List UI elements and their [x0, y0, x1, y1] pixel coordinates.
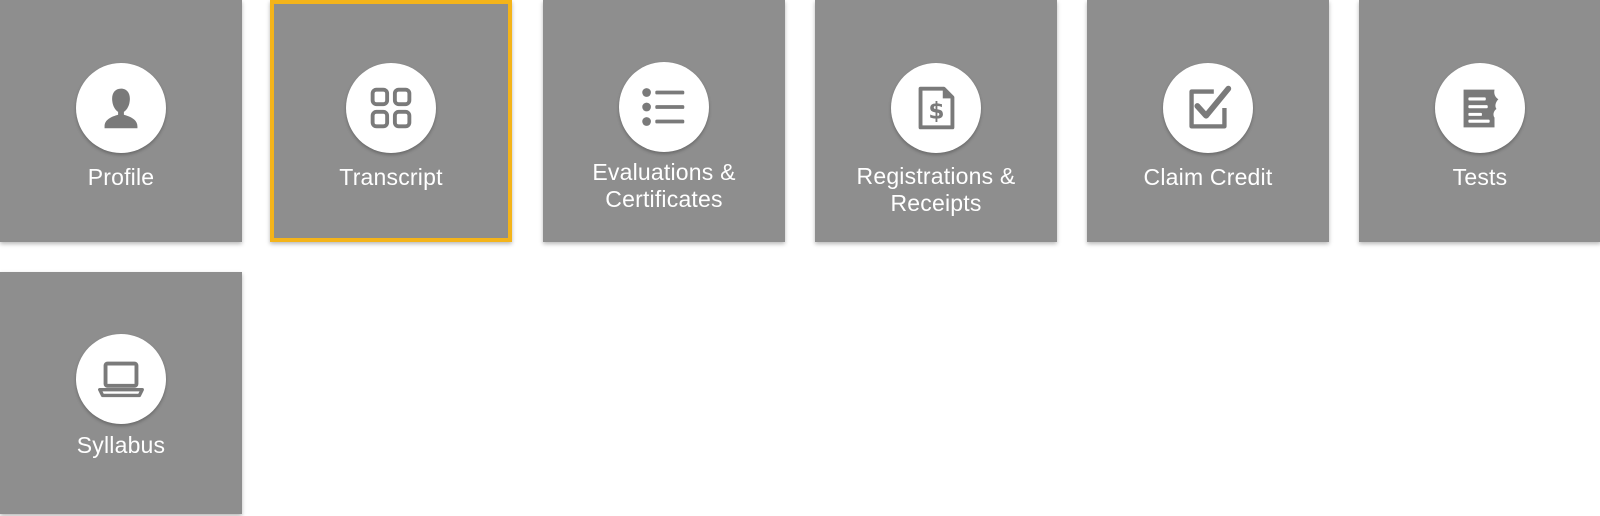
person-icon [76, 63, 166, 153]
tile-claim-credit[interactable]: Claim Credit [1087, 0, 1329, 242]
dollar-document-icon: $ [891, 63, 981, 153]
tile-label: Claim Credit [1143, 164, 1273, 190]
tile-label: Tests [1452, 164, 1508, 190]
tile-label: Evaluations & Certificates [592, 159, 736, 212]
tile-syllabus[interactable]: Syllabus [0, 272, 242, 514]
tile-tests[interactable]: Tests [1359, 0, 1600, 242]
tile-transcript[interactable]: Transcript [270, 0, 512, 242]
tile-profile[interactable]: Profile [0, 0, 242, 242]
svg-text:$: $ [928, 98, 944, 125]
tile-label: Registrations & Receipts [856, 163, 1016, 216]
tile-registrations-receipts[interactable]: $ Registrations & Receipts [815, 0, 1057, 242]
tile-label: Syllabus [76, 432, 166, 458]
checkbox-icon [1163, 63, 1253, 153]
tile-label: Profile [87, 164, 155, 190]
laptop-icon [76, 334, 166, 424]
list-icon [619, 62, 709, 152]
tile-label: Transcript [339, 164, 443, 190]
grid-icon [346, 63, 436, 153]
tile-evaluations-certificates[interactable]: Evaluations & Certificates [543, 0, 785, 242]
test-paper-icon [1435, 63, 1525, 153]
